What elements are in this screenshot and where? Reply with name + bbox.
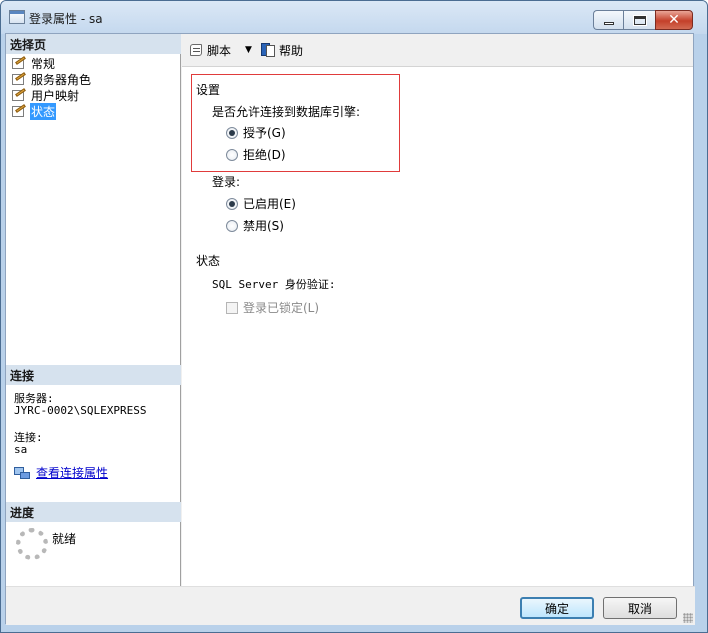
cancel-button[interactable]: 取消 [603,597,677,619]
login-locked-label: 登录已锁定(L) [243,301,320,315]
disabled-radio-indicator[interactable] [226,219,238,232]
select-page-header: 选择页 [6,34,181,54]
disabled-radio[interactable]: 禁用(S) [226,217,284,234]
script-button[interactable]: 脚本 [188,42,231,59]
login-properties-window: 登录属性 - sa ✕ 选择页 常规 服务器角色 用户映射 状态 连接 服务器:… [0,0,708,633]
progress-status: 就绪 [52,532,77,546]
title-bar[interactable]: 登录属性 - sa ✕ [1,1,707,34]
button-bar: 确定 取消 [6,586,695,625]
sql-auth-label: SQL Server 身份验证: [212,278,336,291]
server-label: 服务器: [14,392,54,405]
connection-properties-icon [14,466,30,480]
grant-label: 授予(G) [243,126,286,140]
help-label: 帮助 [278,43,303,58]
window-title: 登录属性 - sa [29,12,103,26]
settings-highlight-box [191,74,400,172]
connection-value: sa [14,443,28,456]
connection-header: 连接 [6,365,181,385]
server-value: JYRC-0002\SQLEXPRESS [14,404,147,417]
script-label: 脚本 [207,43,232,58]
left-pane: 选择页 常规 服务器角色 用户映射 状态 连接 服务器: JYRC-0002\S… [6,34,181,586]
close-icon: ✕ [668,12,680,28]
progress-header: 进度 [6,502,181,522]
maximize-icon [632,14,647,26]
view-connection-properties-link[interactable]: 查看连接属性 [14,464,108,481]
page-item-user-mapping[interactable]: 用户映射 [10,87,80,103]
right-pane: 脚本 ▼ 帮助 设置 是否允许连接到数据库引擎: 授予(G) 拒绝(D) 登录:… [182,34,693,586]
settings-title: 设置 [196,83,221,97]
page-icon [10,104,26,118]
enabled-label: 已启用(E) [243,197,296,211]
deny-radio[interactable]: 拒绝(D) [226,146,286,163]
view-connection-properties-text[interactable]: 查看连接属性 [36,464,108,481]
deny-radio-indicator[interactable] [226,148,238,161]
grant-radio-indicator[interactable] [226,126,238,139]
login-locked-checkbox: 登录已锁定(L) [226,299,319,316]
deny-label: 拒绝(D) [243,148,286,162]
page-item-label: 常规 [31,56,56,71]
enabled-radio-indicator[interactable] [226,197,238,210]
minimize-icon [603,22,614,25]
login-title: 登录: [212,175,241,189]
enabled-radio[interactable]: 已启用(E) [226,195,296,212]
script-dropdown-arrow-icon[interactable]: ▼ [245,45,252,55]
page-item-label: 服务器角色 [31,72,92,87]
disabled-label: 禁用(S) [243,219,284,233]
close-button[interactable]: ✕ [655,10,693,30]
resize-grip-icon[interactable] [683,613,693,623]
maximize-button[interactable] [623,10,655,30]
minimize-button[interactable] [593,10,623,30]
page-icon [10,72,26,86]
status-title: 状态 [196,254,221,268]
page-item-general[interactable]: 常规 [10,55,56,71]
grant-radio[interactable]: 授予(G) [226,124,286,141]
ok-button[interactable]: 确定 [520,597,594,619]
connect-question: 是否允许连接到数据库引擎: [212,105,361,119]
script-icon [188,42,204,58]
dialog-client: 选择页 常规 服务器角色 用户映射 状态 连接 服务器: JYRC-0002\S… [5,33,695,625]
help-icon [260,42,276,58]
page-icon [10,88,26,102]
page-item-label: 状态 [30,102,57,120]
toolbar: 脚本 ▼ 帮助 [182,34,693,67]
status-page-content: 设置 是否允许连接到数据库引擎: 授予(G) 拒绝(D) 登录: 已启用(E) [182,68,693,586]
page-item-status[interactable]: 状态 [10,102,57,120]
window-controls: ✕ [593,10,693,30]
login-locked-box [226,301,238,314]
page-item-label: 用户映射 [31,88,80,103]
help-button[interactable]: 帮助 [260,42,303,59]
progress-spinner-icon [16,528,48,560]
window-icon [9,10,25,24]
connection-label: 连接: [14,431,43,444]
page-item-server-roles[interactable]: 服务器角色 [10,71,92,87]
page-icon [10,56,26,70]
